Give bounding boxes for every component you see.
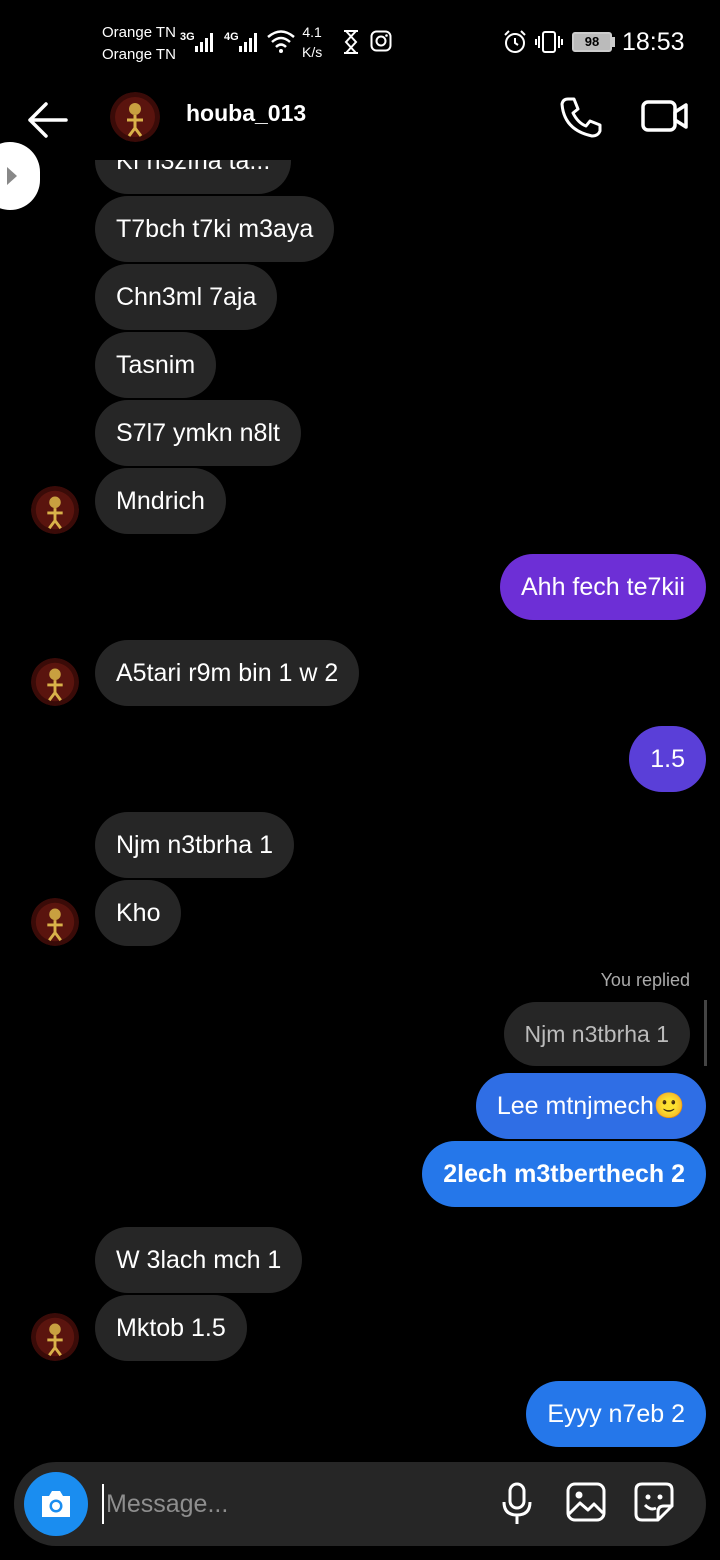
speed-value: 4.1 (302, 24, 322, 40)
message-outgoing[interactable]: Eyyy n7eb 2 (526, 1381, 706, 1447)
message-incoming[interactable]: A5tari r9m bin 1 w 2 (95, 640, 360, 706)
message-incoming[interactable]: Kı n3zına ta... (95, 160, 292, 194)
status-bar: Orange TN Orange TN 3G 4G 4.1 K/s 98 18:… (0, 0, 720, 80)
message-incoming[interactable]: Mktob 1.5 (95, 1295, 247, 1361)
message-incoming[interactable]: Tasnim (95, 332, 217, 398)
chat-header: houba_013 (0, 80, 720, 160)
sender-avatar[interactable] (31, 898, 79, 946)
signal-3g-icon: 3G (180, 31, 213, 52)
instagram-icon (370, 30, 392, 52)
you-replied-label: You replied (600, 970, 690, 990)
camera-icon (42, 1491, 70, 1517)
message-outgoing[interactable]: 1.5 (629, 726, 706, 792)
speed-unit: K/s (302, 44, 323, 60)
battery-icon: 98 (572, 32, 612, 52)
carrier-info: Orange TN Orange TN (102, 22, 176, 66)
message-outgoing[interactable]: Lee mtnjmech🙂 (475, 1073, 706, 1139)
alarm-icon (504, 30, 526, 53)
message-outgoing[interactable]: Ahh fech te7kii (500, 554, 706, 620)
reply-indicator-bar (704, 1000, 707, 1066)
message-incoming[interactable]: T7bch t7ki m3aya (95, 196, 335, 262)
carrier-2: Orange TN (102, 46, 176, 63)
network-speed: 4.1 K/s (302, 22, 322, 62)
svg-text:4G: 4G (224, 31, 239, 43)
hourglass-icon (344, 30, 358, 54)
message-thread[interactable]: Kı n3zına ta... T7bch t7ki m3aya Chn3ml … (0, 160, 720, 1450)
header-avatar[interactable] (110, 92, 160, 142)
message-incoming[interactable]: W 3lach mch 1 (95, 1227, 303, 1293)
message-outgoing[interactable]: 2lech m3tberthech 2 (422, 1141, 706, 1207)
message-incoming[interactable]: S7l7 ymkn n8lt (95, 400, 301, 466)
back-arrow-icon[interactable] (24, 98, 70, 142)
message-incoming[interactable]: Njm n3tbrha 1 (95, 812, 295, 878)
message-input[interactable] (102, 1484, 482, 1524)
carrier-1: Orange TN (102, 24, 176, 41)
phone-call-icon[interactable] (558, 94, 604, 140)
signal-4g-icon: 4G (224, 31, 257, 52)
video-call-icon[interactable] (640, 96, 690, 136)
camera-button[interactable] (24, 1472, 88, 1536)
chat-username[interactable]: houba_013 (186, 100, 306, 127)
message-incoming[interactable]: Kho (95, 880, 182, 946)
gallery-icon[interactable] (566, 1482, 606, 1522)
status-time: 18:53 (622, 28, 685, 56)
message-composer (14, 1462, 706, 1546)
wifi-icon (267, 30, 295, 53)
sender-avatar[interactable] (31, 486, 79, 534)
microphone-icon[interactable] (500, 1482, 534, 1526)
quoted-reply-message[interactable]: Njm n3tbrha 1 (503, 1002, 690, 1066)
sender-avatar[interactable] (31, 658, 79, 706)
svg-text:3G: 3G (180, 31, 195, 43)
battery-tip (612, 37, 615, 47)
vibrate-icon (535, 31, 563, 53)
sticker-icon[interactable] (634, 1482, 674, 1522)
message-incoming[interactable]: Chn3ml 7aja (95, 264, 278, 330)
message-incoming[interactable]: Mndrich (95, 468, 226, 534)
sender-avatar[interactable] (31, 1313, 79, 1361)
